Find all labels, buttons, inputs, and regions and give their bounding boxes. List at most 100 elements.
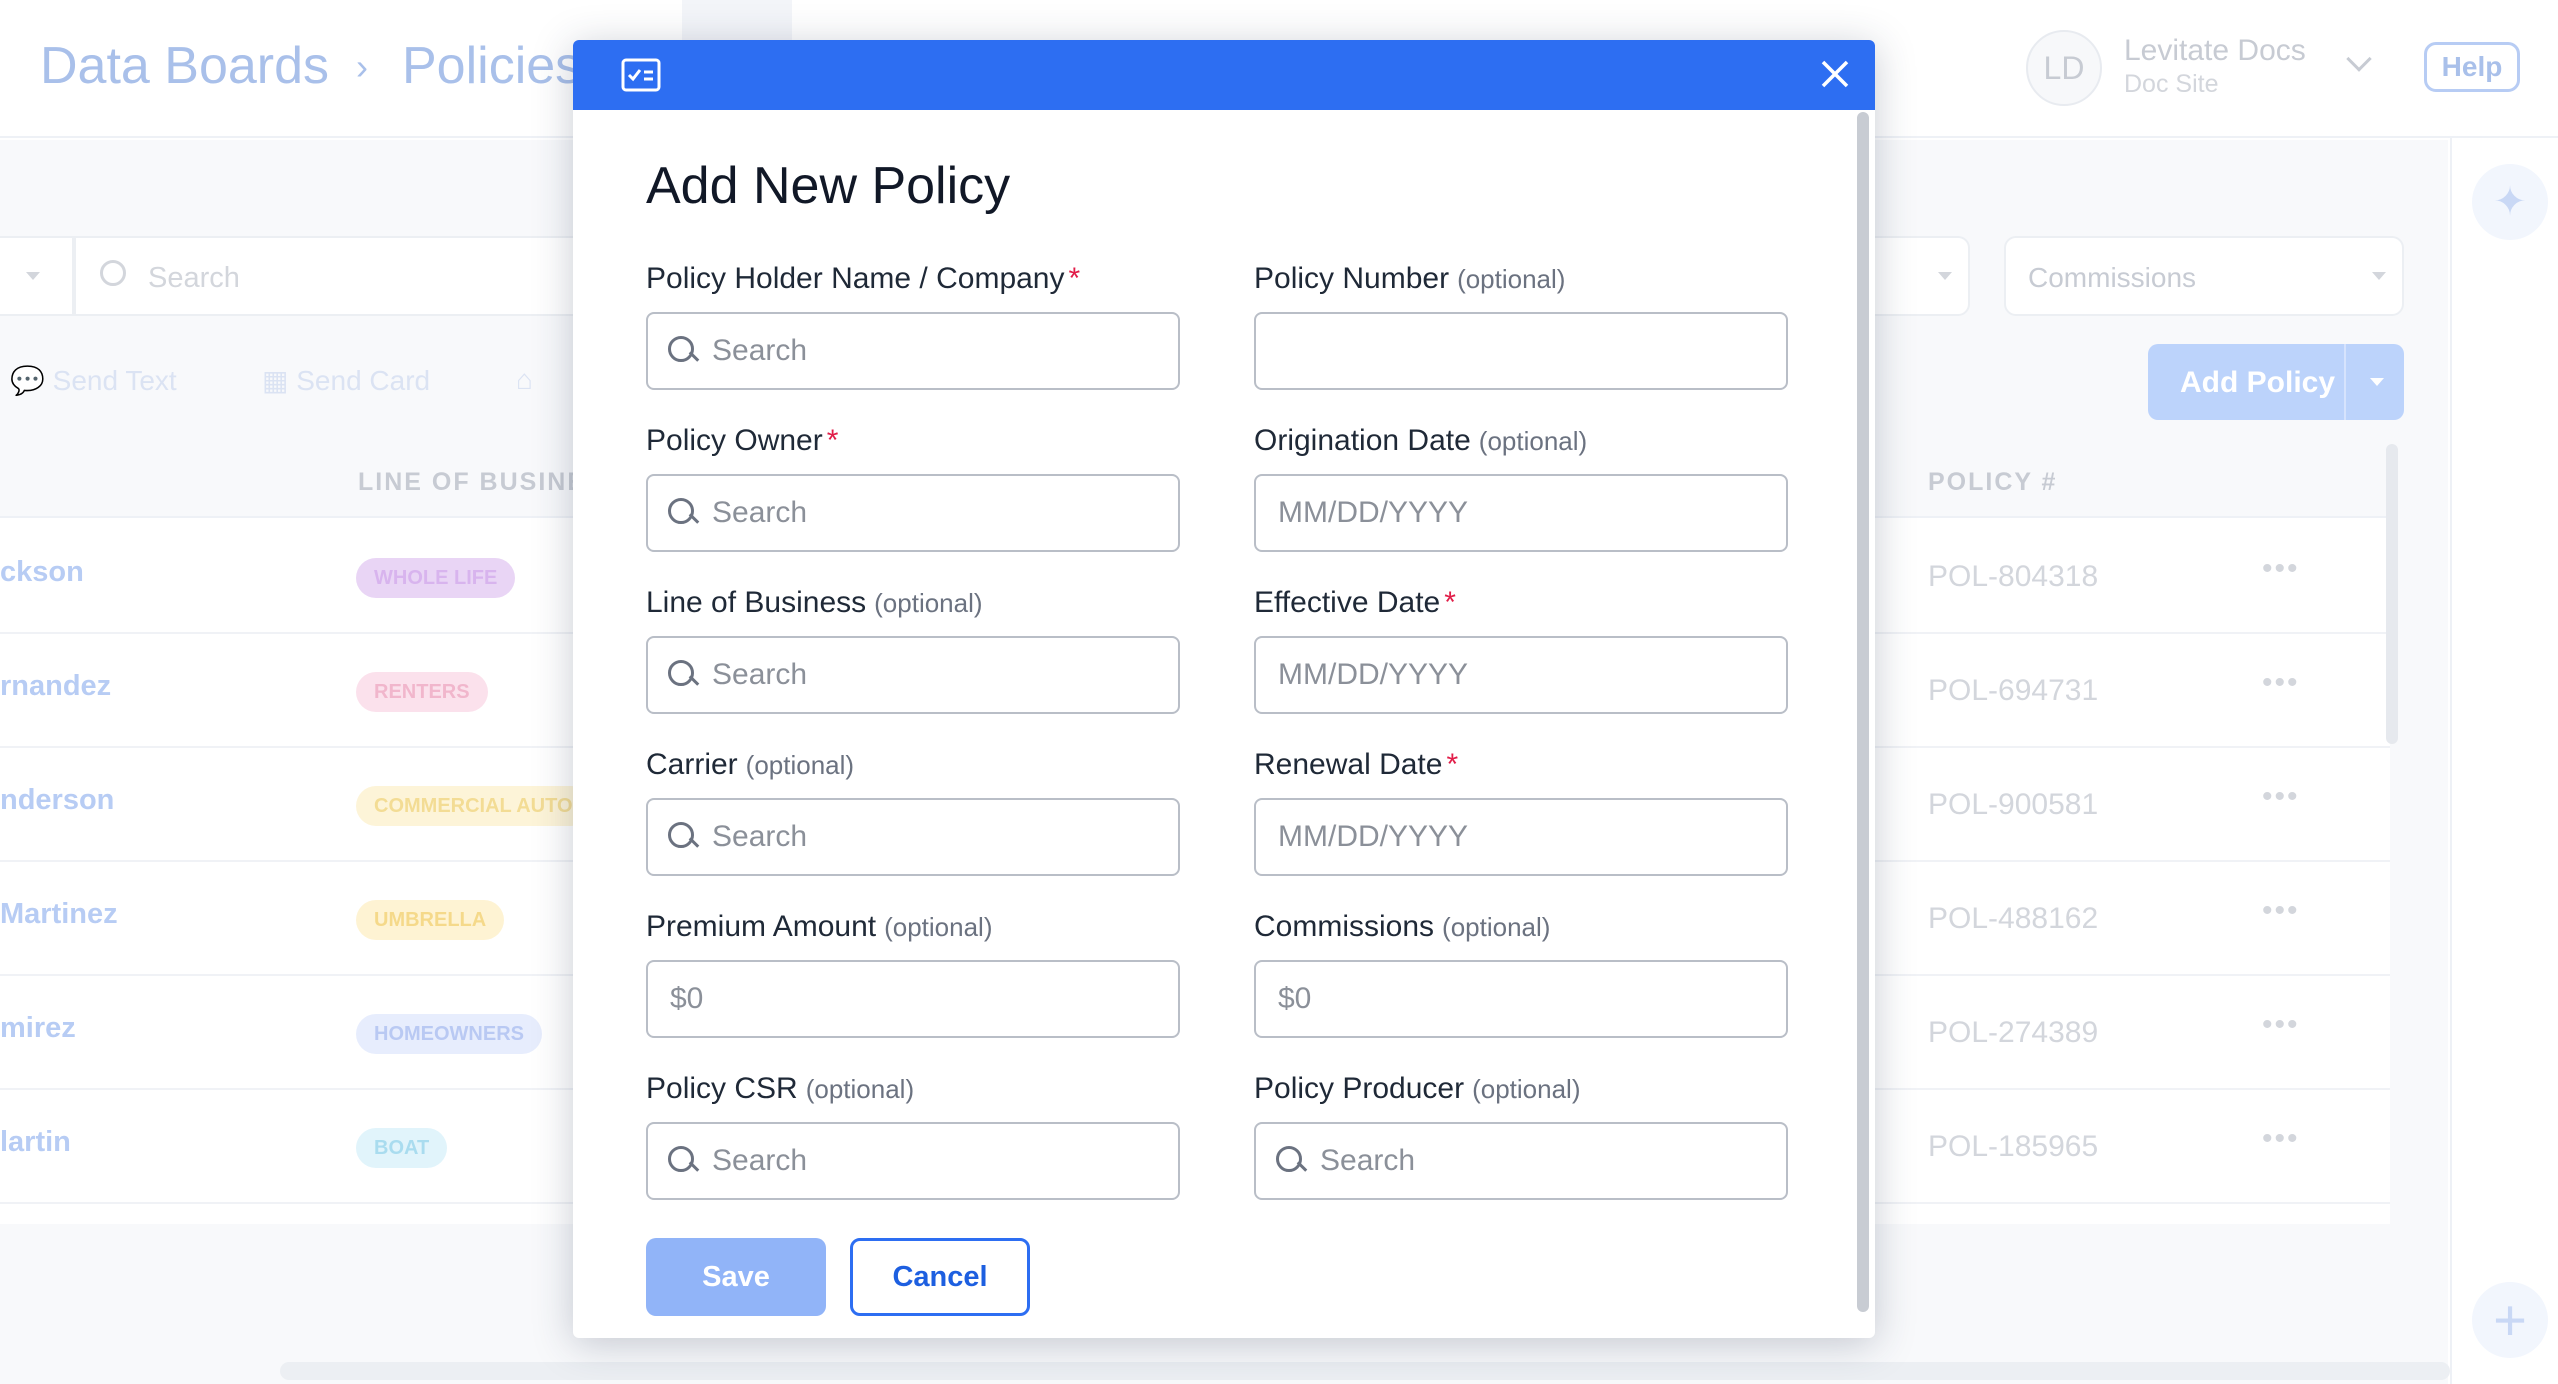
search-icon <box>668 660 698 690</box>
optional-hint: (optional) <box>1478 426 1588 456</box>
row-client-name[interactable]: Martinez <box>0 898 118 931</box>
origination-label-text: Origination Date <box>1254 424 1471 457</box>
breadcrumb-separator: › <box>356 46 368 87</box>
filter-select-left[interactable] <box>0 236 74 316</box>
optional-hint: (optional) <box>874 588 983 618</box>
effective-label: Effective Date * <box>1254 586 1456 620</box>
help-button[interactable]: Help <box>2424 42 2520 92</box>
effective-label-text: Effective Date <box>1254 586 1441 619</box>
breadcrumb-policies: Policies <box>402 37 582 95</box>
tag-icon[interactable]: ⌂ <box>516 364 533 396</box>
effective-placeholder: MM/DD/YYYY <box>1278 658 1469 691</box>
number-input[interactable] <box>1254 312 1788 390</box>
row-more-icon[interactable]: ••• <box>2262 552 2300 586</box>
optional-hint: (optional) <box>884 912 993 942</box>
producer-input[interactable]: Search <box>1254 1122 1788 1200</box>
line-of-business-badge: COMMERCIAL AUTO <box>356 786 591 826</box>
origination-input[interactable]: MM/DD/YYYY <box>1254 474 1788 552</box>
add-policy-modal: Add New Policy Policy Holder Name / Comp… <box>573 40 1875 1338</box>
holder-placeholder: Search <box>712 334 808 367</box>
user-subtitle: Doc Site <box>2124 70 2219 98</box>
row-more-icon[interactable]: ••• <box>2262 780 2300 814</box>
csr-input[interactable]: Search <box>646 1122 1180 1200</box>
premium-input[interactable]: $0 <box>646 960 1180 1038</box>
add-policy-button[interactable]: Add Policy <box>2148 344 2404 420</box>
carrier-input[interactable]: Search <box>646 798 1180 876</box>
commissions-filter-label: Commissions <box>2028 262 2197 293</box>
row-policy-number: POL-488162 <box>1928 902 2099 935</box>
column-policy-number[interactable]: POLICY # <box>1928 468 2057 497</box>
save-button[interactable]: Save <box>646 1238 826 1316</box>
carrier-label-text: Carrier <box>646 748 738 781</box>
owner-placeholder: Search <box>712 496 808 529</box>
producer-label-text: Policy Producer <box>1254 1072 1465 1105</box>
owner-label: Policy Owner * <box>646 424 838 458</box>
chevron-down-icon <box>2372 272 2386 280</box>
plus-icon[interactable]: + <box>2472 1282 2548 1358</box>
row-more-icon[interactable]: ••• <box>2262 1122 2300 1156</box>
required-marker: * <box>1068 262 1081 295</box>
row-client-name[interactable]: lartin <box>0 1126 71 1159</box>
holder-label: Policy Holder Name / Company * <box>646 262 1080 296</box>
cancel-button[interactable]: Cancel <box>850 1238 1030 1316</box>
send-card-label: Send Card <box>296 365 431 396</box>
row-client-name[interactable]: rnandez <box>0 670 111 703</box>
renewal-label-text: Renewal Date <box>1254 748 1443 781</box>
commissions-placeholder: $0 <box>1278 982 1312 1015</box>
owner-input[interactable]: Search <box>646 474 1180 552</box>
chevron-down-icon <box>26 272 40 280</box>
table-scrollbar[interactable] <box>2386 444 2398 744</box>
avatar[interactable]: LD <box>2026 30 2102 106</box>
chevron-down-icon <box>1938 272 1952 280</box>
modal-scrollbar[interactable] <box>1857 112 1869 1312</box>
search-icon <box>668 822 698 852</box>
row-policy-number: POL-274389 <box>1928 1016 2099 1049</box>
row-client-name[interactable]: ckson <box>0 556 84 589</box>
row-policy-number: POL-185965 <box>1928 1130 2099 1163</box>
chevron-down-icon[interactable] <box>2370 378 2384 386</box>
row-client-name[interactable]: mirez <box>0 1012 76 1045</box>
search-icon <box>668 336 698 366</box>
table-search-input[interactable]: Search <box>74 236 594 316</box>
send-text-button[interactable]: 💬 Send Text <box>10 364 177 397</box>
line-of-business-badge: BOAT <box>356 1128 448 1168</box>
required-marker: * <box>1444 586 1456 619</box>
csr-placeholder: Search <box>712 1144 808 1177</box>
holder-input[interactable]: Search <box>646 312 1180 390</box>
row-more-icon[interactable]: ••• <box>2262 1008 2300 1042</box>
row-client-name[interactable]: nderson <box>0 784 114 817</box>
search-icon <box>668 1146 698 1176</box>
sparkle-icon[interactable]: ✦ <box>2472 164 2548 240</box>
commissions-input[interactable]: $0 <box>1254 960 1788 1038</box>
carrier-label: Carrier (optional) <box>646 748 854 782</box>
row-more-icon[interactable]: ••• <box>2262 666 2300 700</box>
search-icon <box>668 498 698 528</box>
origination-label: Origination Date (optional) <box>1254 424 1587 458</box>
line-label: Line of Business (optional) <box>646 586 983 620</box>
row-more-icon[interactable]: ••• <box>2262 894 2300 928</box>
commissions-filter[interactable]: Commissions <box>2004 236 2404 316</box>
number-label: Policy Number (optional) <box>1254 262 1565 296</box>
breadcrumb-data-boards[interactable]: Data Boards <box>40 36 329 96</box>
premium-placeholder: $0 <box>670 982 704 1015</box>
effective-input[interactable]: MM/DD/YYYY <box>1254 636 1788 714</box>
row-policy-number: POL-694731 <box>1928 674 2099 707</box>
line-input[interactable]: Search <box>646 636 1180 714</box>
line-of-business-badge: WHOLE LIFE <box>356 558 516 598</box>
line-of-business-badge: UMBRELLA <box>356 900 505 940</box>
chevron-down-icon[interactable] <box>2346 46 2372 72</box>
csr-label-text: Policy CSR <box>646 1072 798 1105</box>
send-card-button[interactable]: ▦ Send Card <box>262 364 430 397</box>
line-of-business-badge: RENTERS <box>356 672 488 712</box>
optional-hint: (optional) <box>1442 912 1551 942</box>
row-policy-number: POL-900581 <box>1928 788 2099 821</box>
optional-hint: (optional) <box>745 750 855 780</box>
renewal-input[interactable]: MM/DD/YYYY <box>1254 798 1788 876</box>
horizontal-scrollbar[interactable] <box>280 1362 2450 1380</box>
close-icon[interactable] <box>1815 54 1855 94</box>
optional-hint: (optional) <box>805 1074 915 1104</box>
required-marker: * <box>826 424 839 457</box>
right-rail <box>2450 138 2558 1384</box>
user-name[interactable]: Levitate Docs <box>2124 34 2306 68</box>
number-label-text: Policy Number <box>1254 262 1450 295</box>
